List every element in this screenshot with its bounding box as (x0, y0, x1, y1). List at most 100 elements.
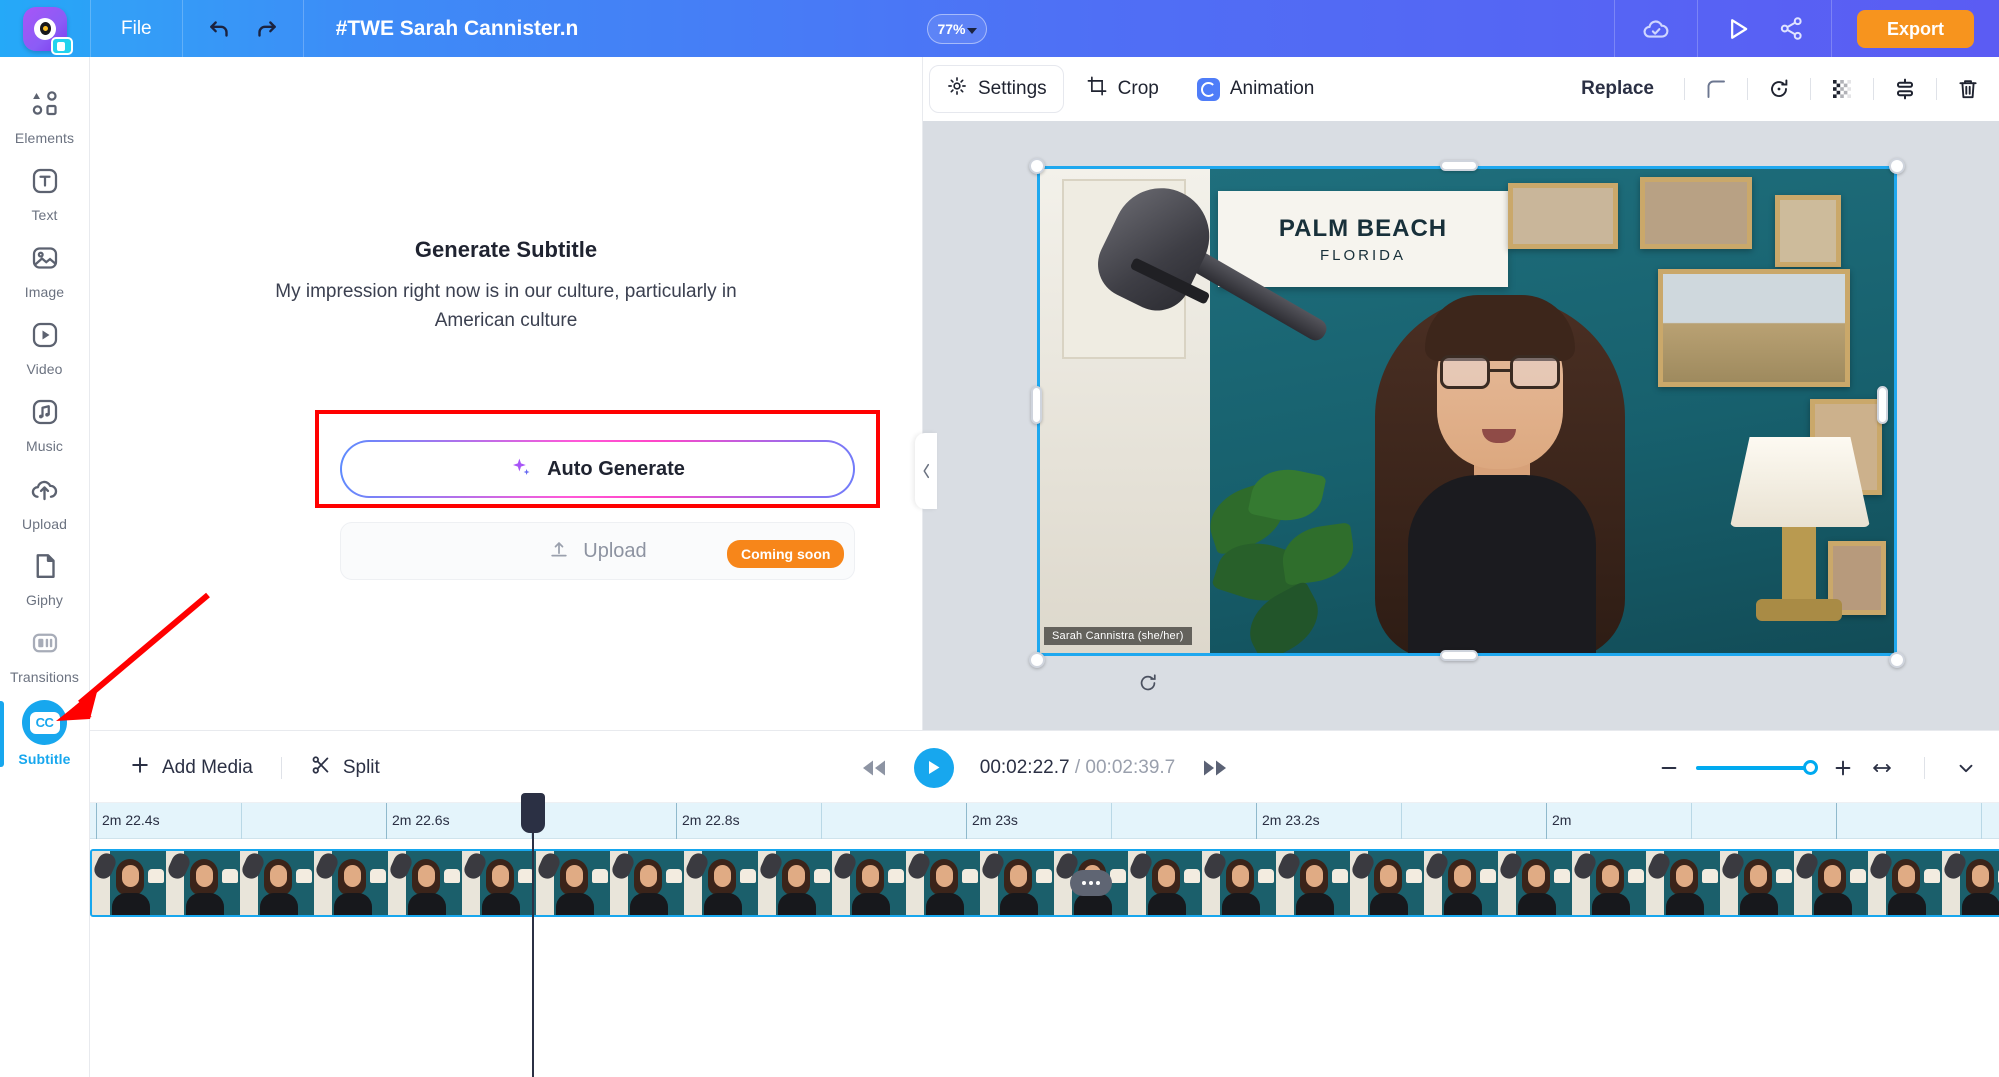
resize-handle-bottom-left[interactable] (1029, 652, 1045, 668)
sidebar-item-label: Elements (14, 130, 75, 146)
fast-forward-icon[interactable] (1201, 757, 1229, 779)
chevron-down-icon (966, 27, 977, 34)
file-menu[interactable]: File (91, 0, 182, 57)
playhead-handle[interactable] (521, 793, 545, 833)
redo-icon[interactable] (253, 16, 279, 42)
resize-handle-top-right[interactable] (1889, 158, 1905, 174)
sidebar-item-transitions[interactable]: Transitions (0, 618, 90, 695)
rewind-icon[interactable] (860, 757, 888, 779)
clip-thumbnail (1720, 851, 1794, 915)
giphy-icon (30, 551, 60, 586)
resize-handle-top-left[interactable] (1029, 158, 1045, 174)
clip-thumbnail (536, 851, 610, 915)
undo-icon[interactable] (207, 16, 233, 42)
video-editor-app: File #TWE Sarah Cannister.n 77% Export E… (0, 0, 1999, 1077)
top-header-bar: File #TWE Sarah Cannister.n 77% Export (0, 0, 1999, 57)
toolbar-divider (1924, 756, 1925, 779)
share-icon[interactable] (1778, 15, 1805, 42)
resize-handle-bottom-right[interactable] (1889, 652, 1905, 668)
corner-radius-icon[interactable] (1699, 72, 1733, 106)
animation-button[interactable]: Animation (1181, 69, 1331, 110)
sidebar-item-subtitle[interactable]: CC Subtitle (0, 695, 90, 772)
project-title[interactable]: #TWE Sarah Cannister.n (304, 17, 579, 41)
animation-icon (1196, 77, 1220, 101)
panel-description: My impression right now is in our cultur… (275, 281, 737, 332)
plant (1201, 462, 1383, 653)
video-icon (30, 320, 60, 355)
sidebar-item-giphy[interactable]: Giphy (0, 541, 90, 618)
timeline-toolbar: Add Media Split 00:02:22.7 / 00:02:39.7 (90, 730, 1999, 803)
clip-thumbnail (610, 851, 684, 915)
clip-thumbnail (1498, 851, 1572, 915)
app-logo[interactable] (0, 0, 90, 57)
sidebar-item-upload[interactable]: Upload (0, 464, 90, 541)
settings-button[interactable]: Settings (929, 65, 1064, 113)
auto-generate-label: Auto Generate (547, 457, 685, 480)
align-icon[interactable] (1888, 72, 1922, 106)
ruler-label: 2m 22.8s (682, 812, 740, 828)
header-actions: Export (1613, 0, 1999, 57)
export-button[interactable]: Export (1856, 9, 1974, 48)
timeline-ruler[interactable]: 2m 22.4s 2m 22.6s 2m 22.8s 2m 23s 2m 23.… (90, 803, 1999, 839)
cloud-saved-icon[interactable] (1641, 14, 1671, 44)
upload-arrow-icon (548, 538, 570, 565)
sidebar-item-label: Music (25, 438, 64, 454)
clip-thumbnail (240, 851, 314, 915)
preview-toolbar: Settings Crop Animation Replace (923, 57, 1999, 121)
left-sidebar: Elements Text Image Video Music Upload G… (0, 57, 90, 1077)
sparkle-icon (510, 455, 534, 484)
play-button[interactable] (913, 747, 954, 788)
resize-handle-left[interactable] (1031, 386, 1042, 424)
rotate-icon[interactable] (1762, 72, 1796, 106)
sidebar-item-text[interactable]: Text (0, 156, 90, 233)
zoom-out-button[interactable] (1658, 757, 1680, 779)
clip-thumbnail (1350, 851, 1424, 915)
clip-thumbnail (684, 851, 758, 915)
ruler-label: 2m 23.2s (1262, 812, 1320, 828)
sidebar-item-label: Giphy (25, 592, 64, 608)
resize-handle-top[interactable] (1440, 160, 1478, 171)
resize-handle-bottom[interactable] (1440, 650, 1478, 661)
zoom-level-value: 77% (937, 21, 966, 37)
sidebar-item-image[interactable]: Image (0, 233, 90, 310)
video-preview[interactable]: PALM BEACH FLORIDA Sarah Cannistra (she/… (1037, 166, 1897, 656)
video-stage: PALM BEACH FLORIDA Sarah Cannistra (she/… (915, 121, 1999, 730)
toolbar-divider (1810, 78, 1811, 100)
animation-label: Animation (1229, 78, 1315, 99)
sidebar-item-label: Video (26, 361, 63, 377)
trash-icon[interactable] (1951, 72, 1985, 106)
zoom-level-selector[interactable]: 77% (927, 14, 987, 44)
play-icon[interactable] (1724, 15, 1752, 43)
ruler-label: 2m 22.4s (102, 812, 160, 828)
opacity-checker-icon[interactable] (1825, 72, 1859, 106)
upload-cloud-icon (29, 474, 60, 510)
video-clip[interactable] (90, 849, 1999, 917)
sidebar-item-elements[interactable]: Elements (0, 79, 90, 156)
fit-width-icon[interactable] (1870, 757, 1894, 779)
auto-generate-button[interactable]: Auto Generate (340, 440, 855, 498)
clip-thumbnail (832, 851, 906, 915)
cc-icon: CC (22, 700, 67, 745)
sidebar-item-label: Image (24, 284, 65, 300)
chevron-down-icon[interactable] (1955, 757, 1977, 779)
crop-button[interactable]: Crop (1070, 66, 1175, 112)
sidebar-item-music[interactable]: Music (0, 387, 90, 464)
clip-thumbnail (1424, 851, 1498, 915)
text-icon (30, 166, 60, 201)
sidebar-item-video[interactable]: Video (0, 310, 90, 387)
timeline-zoom-slider[interactable] (1696, 760, 1818, 776)
collapse-panel-handle[interactable] (915, 433, 937, 509)
zoom-in-button[interactable] (1832, 757, 1854, 779)
clip-thumbnail (1868, 851, 1942, 915)
subtitle-panel: Generate Subtitle My impression right no… (90, 57, 923, 730)
clip-thumbnail (462, 851, 536, 915)
rotate-handle-icon[interactable] (1137, 672, 1159, 699)
replace-button[interactable]: Replace (1565, 78, 1670, 100)
transitions-icon (30, 628, 60, 663)
clip-thumbnail (1276, 851, 1350, 915)
clip-thumbnail (1646, 851, 1720, 915)
clip-thumbnail (1942, 851, 1999, 915)
clip-thumbnail (166, 851, 240, 915)
resize-handle-right[interactable] (1877, 386, 1888, 424)
more-options-icon[interactable] (1070, 870, 1112, 896)
